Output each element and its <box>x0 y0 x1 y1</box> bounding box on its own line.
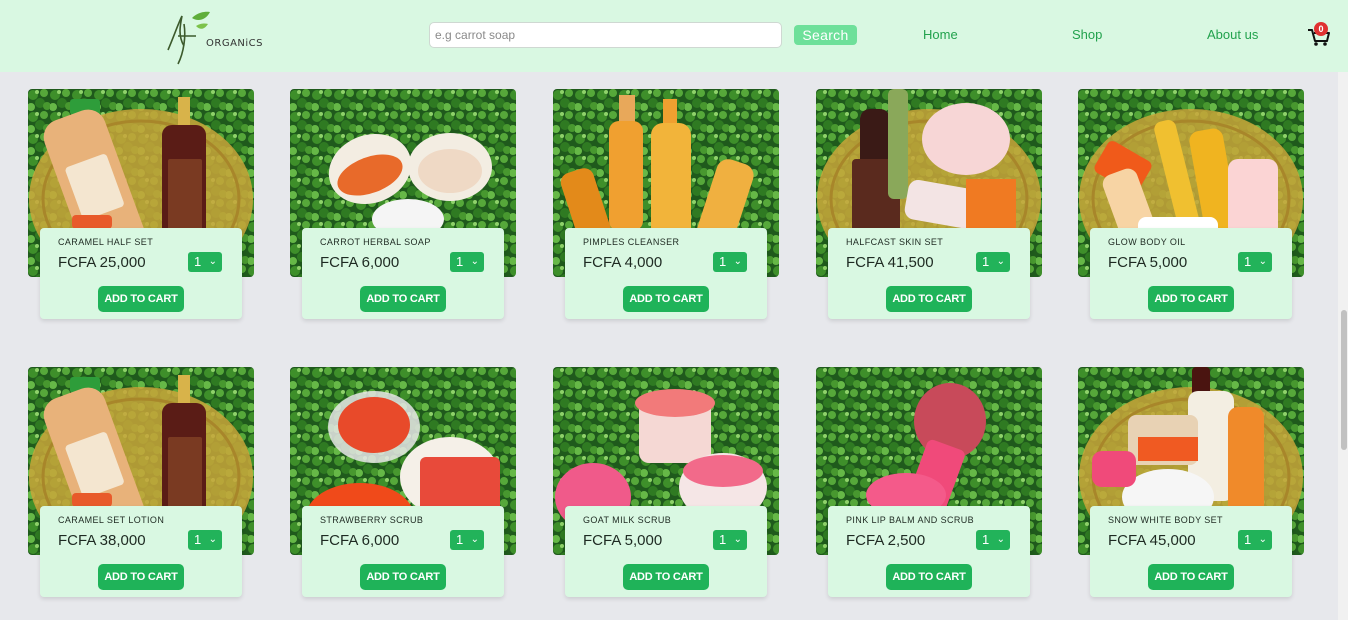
add-to-cart-button[interactable]: ADD TO CART <box>623 564 709 590</box>
quantity-value: 1 <box>194 532 202 547</box>
product-name: CARROT HERBAL SOAP <box>320 237 431 247</box>
product-name: GOAT MILK SCRUB <box>583 515 672 525</box>
product-card[interactable]: PINK LIP BALM AND SCRUB FCFA 2,500 1 ⌄ A… <box>816 367 1042 599</box>
site-header: ORGANiCS Search Home Shop About us 0 <box>0 0 1348 72</box>
logo-text: ORGANiCS <box>206 38 263 49</box>
product-card[interactable]: GOAT MILK SCRUB FCFA 5,000 1 ⌄ ADD TO CA… <box>553 367 779 599</box>
cart-count-badge: 0 <box>1314 22 1328 36</box>
product-name: CARAMEL SET LOTION <box>58 515 165 525</box>
add-to-cart-button[interactable]: ADD TO CART <box>360 286 446 312</box>
product-info: GLOW BODY OIL FCFA 5,000 1 ⌄ ADD TO CART <box>1090 228 1292 319</box>
quantity-select[interactable]: 1 ⌄ <box>188 530 222 550</box>
quantity-value: 1 <box>194 254 202 269</box>
search-button[interactable]: Search <box>794 25 857 45</box>
product-card[interactable]: PIMPLES CLEANSER FCFA 4,000 1 ⌄ ADD TO C… <box>553 89 779 321</box>
product-info: CARAMEL HALF SET FCFA 25,000 1 ⌄ ADD TO … <box>40 228 242 319</box>
quantity-value: 1 <box>719 532 727 547</box>
quantity-value: 1 <box>1244 532 1252 547</box>
nav-home[interactable]: Home <box>923 27 958 42</box>
product-price: FCFA 6,000 <box>320 254 400 271</box>
product-info: STRAWBERRY SCRUB FCFA 6,000 1 ⌄ ADD TO C… <box>302 506 504 597</box>
product-price: FCFA 6,000 <box>320 532 400 549</box>
product-card[interactable]: CARAMEL SET LOTION FCFA 38,000 1 ⌄ ADD T… <box>28 367 254 599</box>
quantity-value: 1 <box>456 254 464 269</box>
chevron-down-icon: ⌄ <box>996 256 1005 267</box>
chevron-down-icon: ⌄ <box>470 534 479 545</box>
chevron-down-icon: ⌄ <box>733 534 742 545</box>
product-info: GOAT MILK SCRUB FCFA 5,000 1 ⌄ ADD TO CA… <box>565 506 767 597</box>
product-price: FCFA 45,000 <box>1108 532 1196 549</box>
search-input[interactable] <box>429 22 782 48</box>
add-to-cart-button[interactable]: ADD TO CART <box>1148 286 1234 312</box>
nav-about[interactable]: About us <box>1207 27 1258 42</box>
product-info: PIMPLES CLEANSER FCFA 4,000 1 ⌄ ADD TO C… <box>565 228 767 319</box>
chevron-down-icon: ⌄ <box>470 256 479 267</box>
product-name: SNOW WHITE BODY SET <box>1108 515 1223 525</box>
product-name: PIMPLES CLEANSER <box>583 237 680 247</box>
product-info: CARROT HERBAL SOAP FCFA 6,000 1 ⌄ ADD TO… <box>302 228 504 319</box>
product-card[interactable]: SNOW WHITE BODY SET FCFA 45,000 1 ⌄ ADD … <box>1078 367 1304 599</box>
product-card[interactable]: STRAWBERRY SCRUB FCFA 6,000 1 ⌄ ADD TO C… <box>290 367 516 599</box>
quantity-select[interactable]: 1 ⌄ <box>976 252 1010 272</box>
add-to-cart-button[interactable]: ADD TO CART <box>1148 564 1234 590</box>
add-to-cart-button[interactable]: ADD TO CART <box>360 564 446 590</box>
quantity-value: 1 <box>719 254 727 269</box>
chevron-down-icon: ⌄ <box>208 534 217 545</box>
quantity-value: 1 <box>456 532 464 547</box>
leaf-logo-icon <box>167 11 210 65</box>
quantity-select[interactable]: 1 ⌄ <box>450 530 484 550</box>
add-to-cart-button[interactable]: ADD TO CART <box>98 564 184 590</box>
product-name: HALFCAST SKIN SET <box>846 237 944 247</box>
product-card[interactable]: HALFCAST SKIN SET FCFA 41,500 1 ⌄ ADD TO… <box>816 89 1042 321</box>
product-price: FCFA 38,000 <box>58 532 146 549</box>
product-card[interactable]: GLOW BODY OIL FCFA 5,000 1 ⌄ ADD TO CART <box>1078 89 1304 321</box>
chevron-down-icon: ⌄ <box>208 256 217 267</box>
add-to-cart-button[interactable]: ADD TO CART <box>886 286 972 312</box>
chevron-down-icon: ⌄ <box>733 256 742 267</box>
quantity-select[interactable]: 1 ⌄ <box>976 530 1010 550</box>
product-card[interactable]: CARAMEL HALF SET FCFA 25,000 1 ⌄ ADD TO … <box>28 89 254 321</box>
product-info: SNOW WHITE BODY SET FCFA 45,000 1 ⌄ ADD … <box>1090 506 1292 597</box>
quantity-value: 1 <box>982 532 990 547</box>
quantity-value: 1 <box>982 254 990 269</box>
nav-shop[interactable]: Shop <box>1072 27 1102 42</box>
chevron-down-icon: ⌄ <box>1258 534 1267 545</box>
product-price: FCFA 5,000 <box>1108 254 1188 271</box>
add-to-cart-button[interactable]: ADD TO CART <box>886 564 972 590</box>
quantity-select[interactable]: 1 ⌄ <box>713 252 747 272</box>
product-info: CARAMEL SET LOTION FCFA 38,000 1 ⌄ ADD T… <box>40 506 242 597</box>
scrollbar-thumb[interactable] <box>1341 310 1347 450</box>
product-card[interactable]: CARROT HERBAL SOAP FCFA 6,000 1 ⌄ ADD TO… <box>290 89 516 321</box>
product-name: PINK LIP BALM AND SCRUB <box>846 515 975 525</box>
product-info: PINK LIP BALM AND SCRUB FCFA 2,500 1 ⌄ A… <box>828 506 1030 597</box>
quantity-select[interactable]: 1 ⌄ <box>713 530 747 550</box>
product-name: GLOW BODY OIL <box>1108 237 1186 247</box>
product-info: HALFCAST SKIN SET FCFA 41,500 1 ⌄ ADD TO… <box>828 228 1030 319</box>
product-price: FCFA 5,000 <box>583 532 663 549</box>
add-to-cart-button[interactable]: ADD TO CART <box>623 286 709 312</box>
quantity-select[interactable]: 1 ⌄ <box>450 252 484 272</box>
add-to-cart-button[interactable]: ADD TO CART <box>98 286 184 312</box>
brand-logo[interactable]: ORGANiCS <box>156 6 266 68</box>
product-price: FCFA 2,500 <box>846 532 926 549</box>
chevron-down-icon: ⌄ <box>1258 256 1267 267</box>
quantity-value: 1 <box>1244 254 1252 269</box>
product-price: FCFA 41,500 <box>846 254 934 271</box>
product-price: FCFA 4,000 <box>583 254 663 271</box>
chevron-down-icon: ⌄ <box>996 534 1005 545</box>
product-name: STRAWBERRY SCRUB <box>320 515 424 525</box>
product-price: FCFA 25,000 <box>58 254 146 271</box>
quantity-select[interactable]: 1 ⌄ <box>1238 252 1272 272</box>
product-name: CARAMEL HALF SET <box>58 237 154 247</box>
quantity-select[interactable]: 1 ⌄ <box>1238 530 1272 550</box>
quantity-select[interactable]: 1 ⌄ <box>188 252 222 272</box>
